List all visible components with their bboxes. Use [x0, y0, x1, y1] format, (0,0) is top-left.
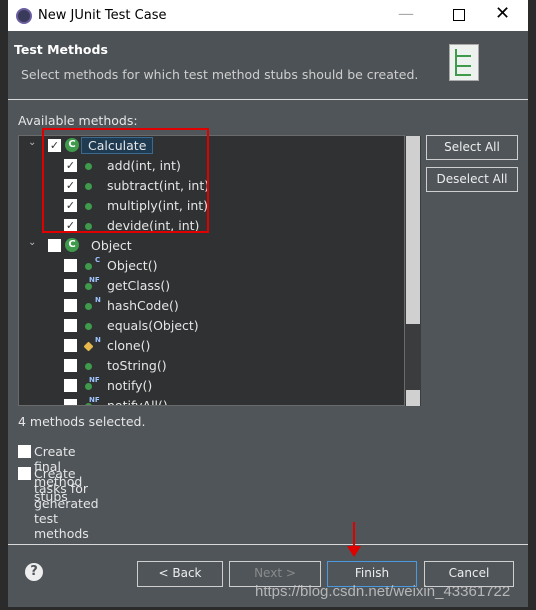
- constructor-icon: [85, 263, 92, 270]
- eclipse-icon: [16, 8, 32, 24]
- tree-item[interactable]: NF getClass(): [19, 276, 404, 296]
- dialog-header: Test Methods Select methods for which te…: [8, 31, 528, 100]
- dialog-body: Test Methods Select methods for which te…: [8, 31, 528, 607]
- annotation-arrow: [353, 522, 355, 548]
- modifier-overlay-icon: N: [95, 296, 101, 304]
- watermark: https://blog.csdn.net/weixin_43361722: [255, 583, 511, 600]
- selection-status: 4 methods selected.: [18, 414, 146, 429]
- footer-separator: [8, 544, 528, 545]
- checkbox[interactable]: [18, 445, 31, 458]
- close-button[interactable]: ✕: [495, 3, 510, 24]
- public-method-icon: [85, 363, 92, 370]
- title-bar: New JUnit Test Case — ✕: [8, 0, 528, 31]
- window-title: New JUnit Test Case: [38, 8, 167, 23]
- tree-item[interactable]: NF notifyAll(): [19, 396, 404, 406]
- tree-item-label: toString(): [107, 358, 167, 373]
- tree-item-label: hashCode(): [107, 298, 179, 313]
- checkbox[interactable]: [18, 467, 31, 480]
- scroll-down-arrow[interactable]: [406, 390, 420, 406]
- public-method-icon: [85, 383, 92, 390]
- public-method-icon: [85, 323, 92, 330]
- deselect-all-button[interactable]: Deselect All: [426, 167, 518, 192]
- tree-item-label: Object: [91, 238, 132, 253]
- select-all-button[interactable]: Select All: [426, 135, 518, 160]
- tree-item[interactable]: equals(Object): [19, 316, 404, 336]
- tree-item-label: equals(Object): [107, 318, 199, 333]
- tree-item-label: clone(): [107, 338, 151, 353]
- help-icon[interactable]: ?: [25, 563, 43, 581]
- tree-scrollbar[interactable]: [405, 136, 421, 406]
- tree-item[interactable]: NhashCode(): [19, 296, 404, 316]
- tree-item[interactable]: NF notify(): [19, 376, 404, 396]
- tree-item-label: notifyAll(): [107, 398, 168, 406]
- annotation-arrowhead: [347, 546, 361, 557]
- checkbox[interactable]: [64, 399, 77, 405]
- checkbox[interactable]: [64, 319, 77, 332]
- tree-item-label: getClass(): [107, 278, 171, 293]
- class-icon: C: [65, 238, 79, 252]
- available-methods-label: Available methods:: [18, 113, 138, 128]
- checkbox[interactable]: [64, 299, 77, 312]
- expand-chevron-icon[interactable]: ⌄: [28, 237, 36, 248]
- header-title: Test Methods: [14, 42, 108, 57]
- tree-item[interactable]: ⌄ C Object: [19, 236, 404, 256]
- back-button[interactable]: < Back: [137, 561, 223, 587]
- protected-method-icon: [83, 341, 94, 352]
- modifier-overlay-icon: NF: [89, 376, 100, 384]
- checkbox[interactable]: [48, 239, 61, 252]
- checkbox[interactable]: [64, 279, 77, 292]
- tree-item-label: notify(): [107, 378, 153, 393]
- public-method-icon: [85, 303, 92, 310]
- test-methods-wizard-icon: [449, 44, 479, 81]
- tree-item[interactable]: C Object(): [19, 256, 404, 276]
- minimize-button[interactable]: —: [398, 4, 414, 23]
- expand-chevron-icon[interactable]: ⌄: [28, 137, 36, 148]
- tree-item[interactable]: toString(): [19, 356, 404, 376]
- checkbox[interactable]: [64, 339, 77, 352]
- checkbox[interactable]: [64, 379, 77, 392]
- annotation-highlight-box: [42, 128, 209, 233]
- scrollbar-thumb[interactable]: [406, 136, 420, 324]
- modifier-overlay-icon: NF: [89, 276, 100, 284]
- tree-item-label: Object(): [107, 258, 158, 273]
- public-method-icon: [85, 283, 92, 290]
- modifier-overlay-icon: NF: [89, 396, 100, 404]
- checkbox[interactable]: [64, 359, 77, 372]
- tree-item[interactable]: Nclone(): [19, 336, 404, 356]
- checkbox[interactable]: [64, 259, 77, 272]
- modifier-overlay-icon: C: [95, 256, 101, 264]
- header-description: Select methods for which test method stu…: [21, 67, 419, 82]
- modifier-overlay-icon: N: [95, 336, 101, 344]
- maximize-button[interactable]: [453, 9, 465, 21]
